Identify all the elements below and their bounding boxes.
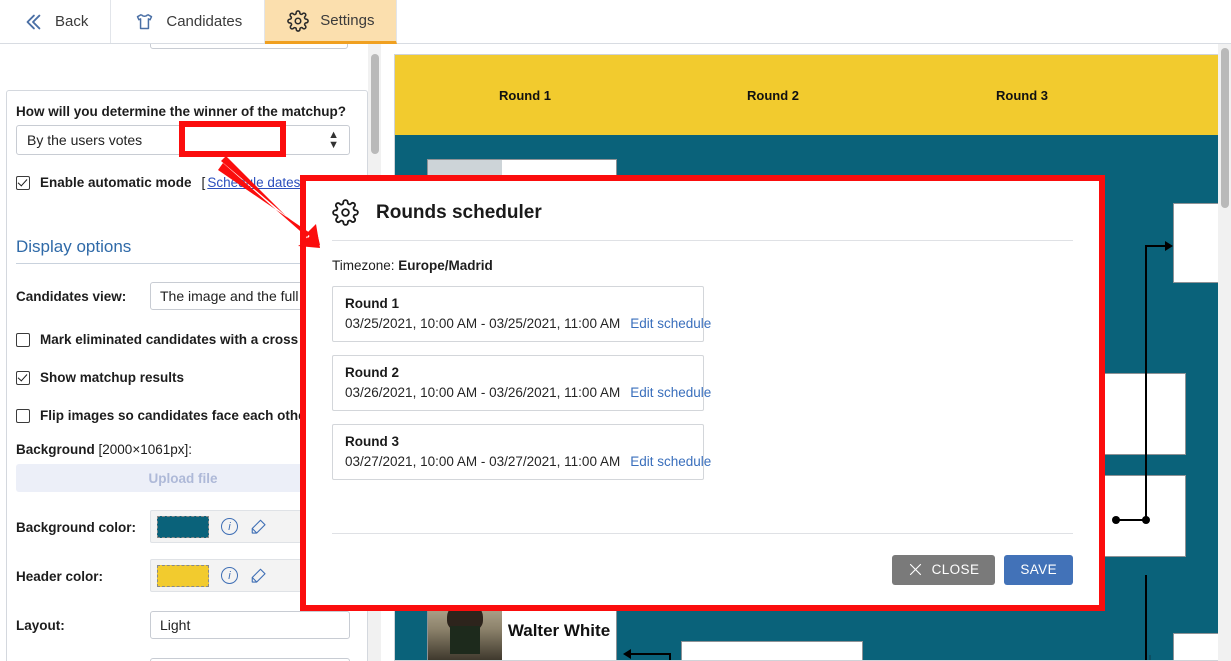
chevrons-left-icon: [22, 11, 44, 33]
candidate-name: [682, 642, 862, 660]
edit-schedule-link[interactable]: Edit schedule: [630, 385, 711, 400]
bracket-round-header-1: Round 1: [499, 88, 551, 103]
bracket-card[interactable]: [681, 641, 863, 660]
round-name: Round 3: [345, 434, 399, 449]
info-icon[interactable]: i: [221, 567, 238, 584]
settings-panel-scrollbar-thumb[interactable]: [370, 54, 379, 154]
layout-select[interactable]: Light: [150, 611, 350, 639]
save-button-label: SAVE: [1020, 562, 1057, 577]
edit-schedule-link[interactable]: Edit schedule: [630, 316, 711, 331]
rounds-scheduler-dialog: Rounds scheduler Timezone: Europe/Madrid…: [306, 181, 1099, 605]
candidates-view-value: The image and the full: [160, 288, 299, 304]
bracket-connector-arrow: [623, 649, 631, 659]
dialog-header: Rounds scheduler: [332, 199, 1073, 241]
mark-eliminated-label: Mark eliminated candidates with a cross: [40, 332, 299, 347]
edit-schedule-link[interactable]: Edit schedule: [630, 454, 711, 469]
bracket-round-header-2: Round 2: [747, 88, 799, 103]
winner-select-value: By the users votes: [27, 132, 143, 148]
bracket-round-header-3: Round 3: [996, 88, 1048, 103]
background-dimensions: [2000×1061px]:: [98, 442, 192, 457]
winner-question-label: How will you determine the winner of the…: [16, 104, 347, 119]
round-dates: 03/27/2021, 10:00 AM - 03/27/2021, 11:00…: [345, 454, 621, 469]
bracket-node-dot: [1112, 516, 1120, 524]
round-name: Round 2: [345, 365, 399, 380]
candidate-name: [1099, 374, 1185, 454]
header-color-swatch[interactable]: [157, 564, 209, 587]
candidate-name: [1099, 476, 1185, 556]
bracket-connector-arrow: [1165, 241, 1173, 251]
gear-icon: [287, 9, 310, 32]
bracket-card[interactable]: [1098, 373, 1186, 455]
tshirt-icon: [133, 11, 155, 33]
show-results-label: Show matchup results: [40, 370, 185, 385]
layout-label: Layout:: [16, 618, 65, 633]
timezone-value: Europe/Madrid: [398, 258, 493, 273]
round-dates: 03/25/2021, 10:00 AM - 03/25/2021, 11:00…: [345, 316, 621, 331]
tab-back-label: Back: [55, 13, 89, 30]
mark-eliminated-row: Mark eliminated candidates with a cross: [16, 332, 298, 347]
tab-candidates-label: Candidates: [166, 13, 243, 30]
bracket-node-dot: [1142, 516, 1150, 524]
close-button[interactable]: CLOSE: [891, 554, 996, 585]
page-scrollbar-thumb[interactable]: [1220, 48, 1229, 208]
eyedropper-icon[interactable]: [250, 567, 268, 585]
flip-images-label: Flip images so candidates face each othe…: [40, 408, 311, 423]
tab-settings[interactable]: Settings: [265, 0, 398, 44]
dialog-footer: CLOSE SAVE: [332, 533, 1073, 605]
bracket-dashed-guide: [1149, 655, 1151, 660]
annotation-arrow: [218, 156, 320, 248]
background-label-row: Background [2000×1061px]:: [16, 442, 192, 457]
automatic-mode-label: Enable automatic mode: [40, 175, 192, 190]
tab-candidates[interactable]: Candidates: [111, 0, 266, 43]
round-dates: 03/26/2021, 10:00 AM - 03/26/2021, 11:00…: [345, 385, 621, 400]
close-icon: [908, 562, 923, 577]
header-color-label: Header color:: [16, 569, 104, 584]
background-label: Background: [16, 442, 95, 457]
top-tab-bar: Back Candidates Settings: [0, 0, 1231, 44]
show-results-row: Show matchup results: [16, 370, 184, 385]
rounds-scheduler-dialog-highlight: Rounds scheduler Timezone: Europe/Madrid…: [300, 175, 1105, 611]
round-schedule-card: Round 1 03/25/2021, 10:00 AM - 03/25/202…: [332, 286, 711, 342]
tab-settings-label: Settings: [320, 12, 375, 29]
automatic-mode-checkbox[interactable]: [16, 175, 30, 190]
layout-value: Light: [160, 617, 191, 633]
background-color-swatch[interactable]: [157, 515, 209, 538]
bracket-connector: [1145, 245, 1147, 520]
bracket-connector: [1145, 575, 1147, 660]
show-results-checkbox[interactable]: [16, 370, 30, 385]
round-schedule-card: Round 2 03/26/2021, 10:00 AM - 03/26/202…: [332, 355, 711, 411]
dialog-title: Rounds scheduler: [376, 201, 542, 223]
save-button[interactable]: SAVE: [1004, 554, 1073, 585]
tab-back[interactable]: Back: [0, 0, 112, 43]
app-root: Back Candidates Settings How will you de…: [0, 0, 1231, 661]
bracket-card[interactable]: [1098, 475, 1186, 557]
timezone-label: Timezone:: [332, 258, 395, 273]
bracket-connector: [631, 653, 671, 655]
background-color-label: Background color:: [16, 520, 137, 535]
page-scrollbar[interactable]: [1218, 44, 1231, 661]
timezone-row: Timezone: Europe/Madrid: [332, 258, 1073, 273]
round-name: Round 1: [345, 296, 399, 311]
eyedropper-icon[interactable]: [250, 518, 268, 536]
mark-eliminated-checkbox[interactable]: [16, 332, 30, 347]
flip-images-checkbox[interactable]: [16, 408, 30, 423]
candidates-view-label: Candidates view:: [16, 289, 127, 304]
info-icon[interactable]: i: [221, 518, 238, 535]
bracket-header-bar: Round 1 Round 2 Round 3: [395, 55, 1230, 135]
close-button-label: CLOSE: [931, 562, 980, 577]
round-schedule-card: Round 3 03/27/2021, 10:00 AM - 03/27/202…: [332, 424, 711, 480]
truncated-input-above[interactable]: [150, 44, 348, 49]
flip-images-row: Flip images so candidates face each othe…: [16, 408, 336, 423]
